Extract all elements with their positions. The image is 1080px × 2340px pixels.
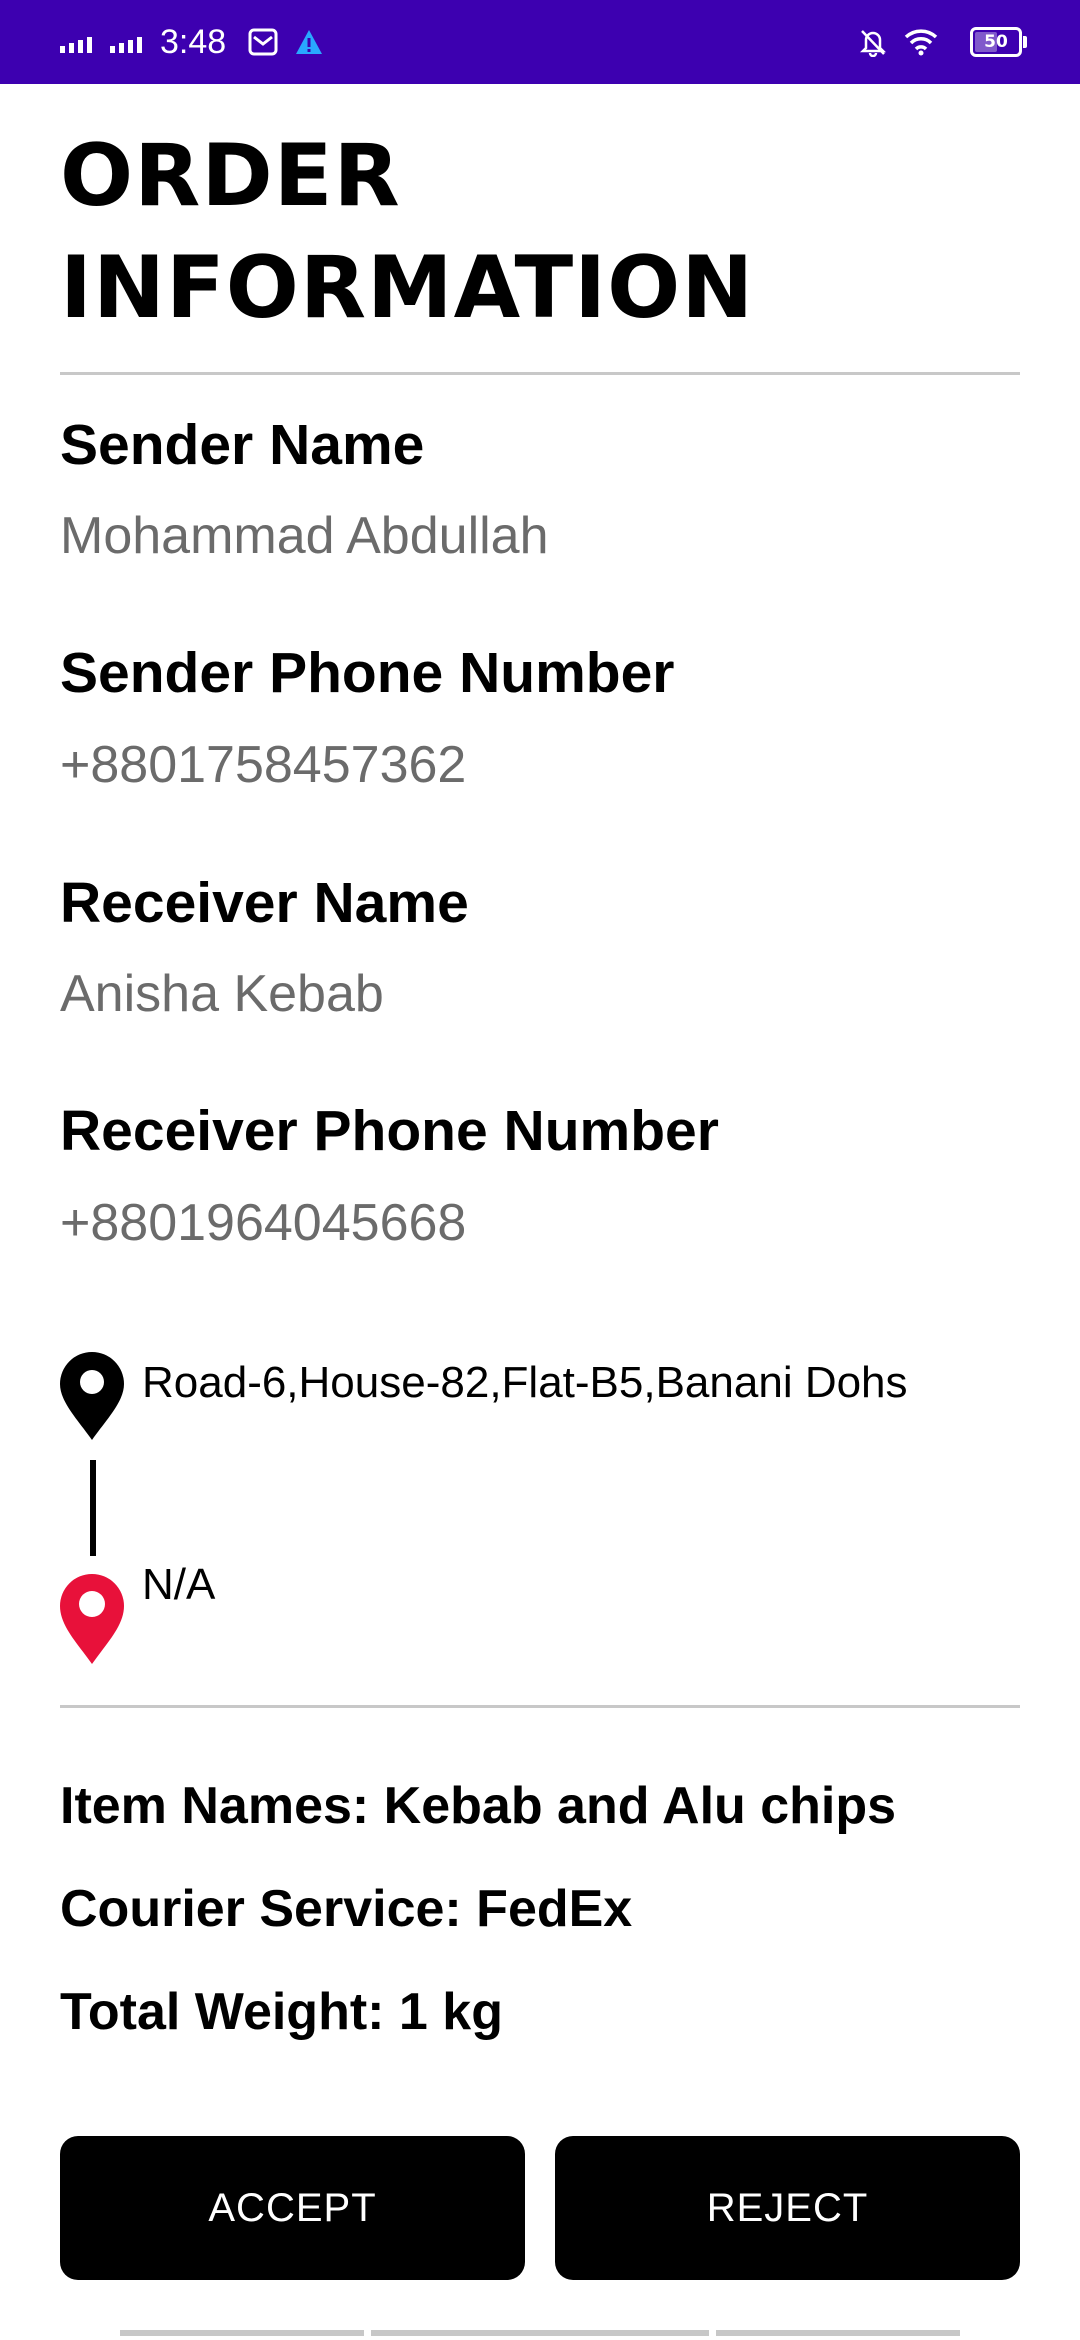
signal-sim1-icon bbox=[60, 31, 92, 53]
sender-name-label: Sender Name bbox=[60, 413, 425, 477]
receiver-name-value: Anisha Kebab bbox=[60, 965, 384, 1023]
pickup-address: Road-6,House-82,Flat-B5,Banani Dohs bbox=[142, 1358, 908, 1407]
location-pin-red-icon bbox=[58, 1570, 126, 1671]
nav-handle-left bbox=[120, 2330, 364, 2336]
route-divider bbox=[60, 1705, 1020, 1708]
accept-button[interactable]: ACCEPT bbox=[60, 2136, 525, 2280]
total-weight: Total Weight: 1 kg bbox=[60, 1983, 503, 2041]
mail-notification-icon bbox=[248, 28, 278, 56]
receiver-phone-label: Receiver Phone Number bbox=[60, 1099, 719, 1163]
battery-level: 50 bbox=[984, 32, 1008, 52]
nav-handle-center bbox=[371, 2330, 709, 2336]
battery-icon: 50 bbox=[970, 27, 1027, 57]
sender-phone-value: +8801758457362 bbox=[60, 736, 467, 794]
courier-service: Courier Service: FedEx bbox=[60, 1880, 633, 1938]
item-names: Item Names: Kebab and Alu chips bbox=[60, 1777, 897, 1835]
nav-handle-right bbox=[716, 2330, 960, 2336]
location-pin-black-icon bbox=[58, 1350, 126, 1447]
sender-phone-label: Sender Phone Number bbox=[60, 641, 675, 705]
warning-notification-icon bbox=[294, 28, 324, 56]
dropoff-address: N/A bbox=[142, 1560, 216, 1609]
title-divider bbox=[60, 372, 1020, 375]
signal-sim2-icon bbox=[110, 31, 142, 53]
page-title: ORDER INFORMATION bbox=[60, 126, 755, 338]
receiver-name-label: Receiver Name bbox=[60, 871, 469, 935]
status-bar: 3:48 50 bbox=[0, 0, 1080, 84]
status-time: 3:48 bbox=[160, 22, 227, 61]
mute-bell-icon bbox=[858, 27, 888, 57]
wifi-icon bbox=[904, 28, 938, 56]
status-bar-left: 3:48 bbox=[60, 0, 340, 84]
receiver-phone-value: +8801964045668 bbox=[60, 1194, 467, 1252]
sender-name-value: Mohammad Abdullah bbox=[60, 507, 549, 565]
route-connector-line bbox=[90, 1460, 96, 1556]
reject-button[interactable]: REJECT bbox=[555, 2136, 1020, 2280]
status-bar-right: 50 bbox=[858, 0, 1027, 84]
